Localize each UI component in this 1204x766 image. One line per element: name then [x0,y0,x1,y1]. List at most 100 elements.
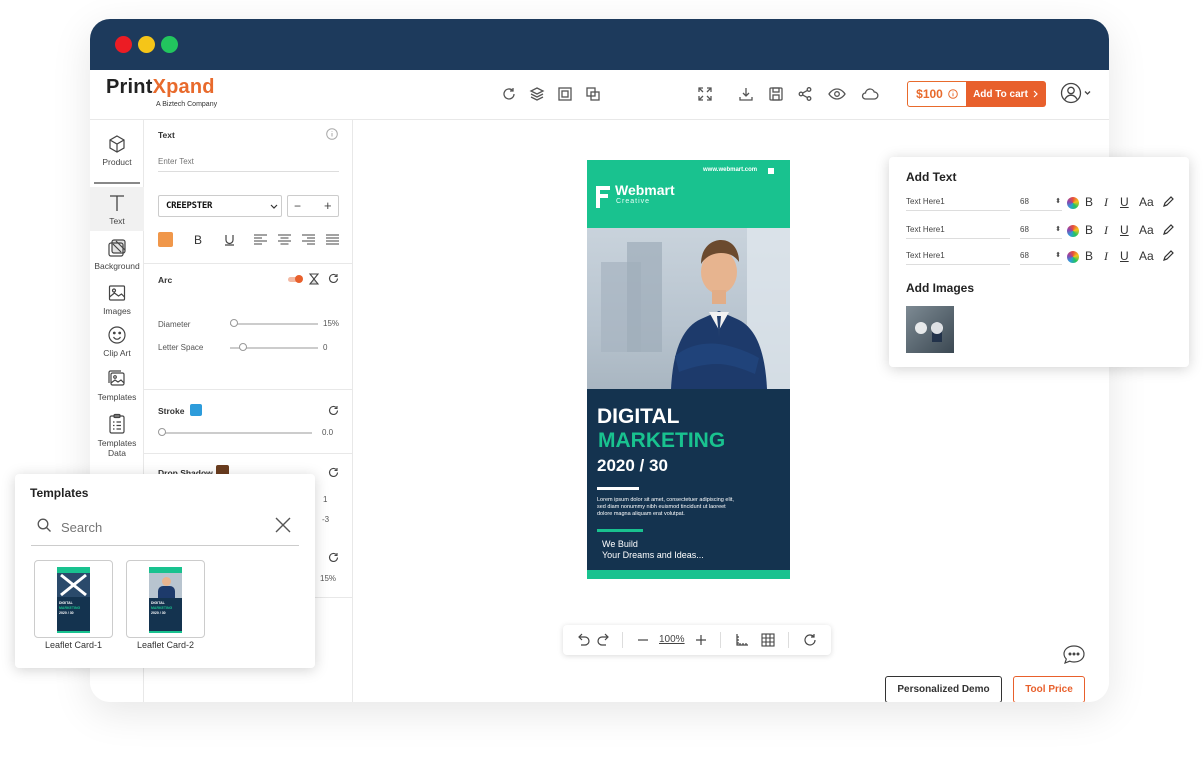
rail-item-templates-data[interactable]: Templates Data [90,413,144,459]
italic-icon[interactable]: I [1104,249,1108,264]
rail-item-templates[interactable]: Templates [90,369,144,409]
color-wheel-icon[interactable] [1067,251,1079,263]
preview-icon[interactable] [828,86,846,102]
refresh-icon[interactable] [501,86,517,102]
top-toolbar: PrintXpand A Biztech Company $100 Add To… [90,70,1109,120]
user-avatar-icon [1060,82,1091,104]
bold-icon[interactable]: B [1085,195,1093,209]
font-select[interactable]: CREEPSTER [158,195,282,217]
color-wheel-icon[interactable] [1067,197,1079,209]
user-menu[interactable] [1060,82,1092,104]
leaflet-card[interactable]: www.webmart.com Webmart Creative DIGITAL… [587,160,790,579]
text-color-swatch[interactable] [158,232,173,247]
pencil-icon[interactable] [1162,224,1174,236]
redo-icon[interactable] [596,632,612,648]
fullscreen-icon[interactable] [697,86,713,102]
pencil-icon[interactable] [1162,196,1174,208]
font-size-input[interactable]: 68 ⬍ [1020,225,1062,239]
close-window-button[interactable] [115,36,132,53]
diameter-slider-knob[interactable] [230,319,239,327]
italic-icon[interactable]: I [1104,223,1108,238]
tool-price-button[interactable]: Tool Price [1013,676,1085,702]
rail-item-text[interactable]: Text [90,187,144,231]
close-icon[interactable] [274,516,292,534]
replace-icon[interactable] [931,322,943,334]
stroke-slider[interactable] [162,432,312,434]
image-thumbnail[interactable] [906,306,954,353]
chat-icon[interactable] [1062,644,1086,666]
text-case-icon[interactable]: Aa [1139,195,1154,209]
duplicate-icon[interactable] [585,86,601,102]
maximize-window-button[interactable] [161,36,178,53]
rail-item-product[interactable]: Product [90,134,144,174]
card-tagline-2: Your Dreams and Ideas... [602,550,704,560]
stroke-slider-knob[interactable] [158,428,166,436]
grid-icon[interactable] [760,632,776,648]
cloud-icon[interactable] [861,86,879,102]
text-input[interactable] [158,152,339,172]
text-row-input[interactable]: Text Here1 [906,251,1010,265]
price-display[interactable]: $100 [907,81,967,107]
text-row-input[interactable]: Text Here1 [906,197,1010,211]
underline-icon[interactable]: U [1120,249,1129,263]
card-headline-3: 2020 / 30 [597,456,668,475]
underline-icon[interactable]: U [1120,195,1129,209]
zoom-out-icon[interactable] [635,632,651,648]
info-icon[interactable] [326,128,338,140]
group-icon[interactable] [557,86,573,102]
stroke-color-swatch[interactable] [190,404,202,416]
flip-arc-icon[interactable] [308,273,320,285]
rail-item-images[interactable]: Images [90,283,144,323]
undo-icon[interactable] [575,632,591,648]
layers-icon[interactable] [529,86,545,102]
align-center-icon[interactable] [278,234,291,245]
text-case-icon[interactable]: Aa [1139,249,1154,263]
bold-icon[interactable]: B [194,233,202,247]
arc-toggle[interactable] [288,275,303,283]
align-left-icon[interactable] [254,234,267,245]
upload-icon[interactable] [915,322,927,334]
minus-icon[interactable]: − [294,199,301,213]
download-icon[interactable] [738,86,754,102]
plus-icon[interactable]: + [324,198,332,213]
share-icon[interactable] [797,86,813,102]
chevron-right-icon [1033,90,1038,98]
color-wheel-icon[interactable] [1067,225,1079,237]
diameter-slider[interactable] [230,323,318,325]
font-size-input[interactable]: 68 ⬍ [1020,197,1062,211]
card-photo [587,228,790,389]
align-right-icon[interactable] [302,234,315,245]
personalized-demo-button[interactable]: Personalized Demo [885,676,1002,702]
bold-icon[interactable]: B [1085,249,1093,263]
pencil-icon[interactable] [1162,250,1174,262]
underline-icon[interactable]: U [1120,223,1129,237]
zoom-in-icon[interactable] [693,632,709,648]
rail-item-clip-art[interactable]: Clip Art [90,325,144,365]
minimize-window-button[interactable] [138,36,155,53]
add-to-cart-button[interactable]: Add To cart [966,81,1046,107]
reset-icon[interactable] [328,273,339,284]
templates-search-input[interactable] [61,518,261,536]
zoom-level[interactable]: 100% [659,634,685,645]
reset-icon[interactable] [328,405,339,416]
text-row-input[interactable]: Text Here1 [906,225,1010,239]
ruler-icon[interactable] [734,632,750,648]
align-justify-icon[interactable] [326,234,339,245]
card-rule-green [597,529,643,532]
bold-icon[interactable]: B [1085,223,1093,237]
logo: PrintXpand [106,76,215,98]
font-size-input[interactable]: 68 ⬍ [1020,251,1062,265]
text-case-icon[interactable]: Aa [1139,223,1154,237]
letter-space-slider-knob[interactable] [239,343,248,351]
reset-icon[interactable] [328,552,339,563]
template-item[interactable]: DIGITAL MARKETING 2020 / 30 [126,560,205,638]
underline-icon[interactable] [224,234,235,246]
font-name: CREEPSTER [166,201,213,211]
template-item[interactable]: DIGITAL MARKETING 2020 / 30 [34,560,113,638]
font-size-stepper[interactable]: − + [287,195,339,217]
save-icon[interactable] [768,86,784,102]
italic-icon[interactable]: I [1104,195,1108,210]
reset-icon[interactable] [328,467,339,478]
refresh-icon[interactable] [802,632,818,648]
rail-item-background[interactable]: Background [90,238,144,278]
